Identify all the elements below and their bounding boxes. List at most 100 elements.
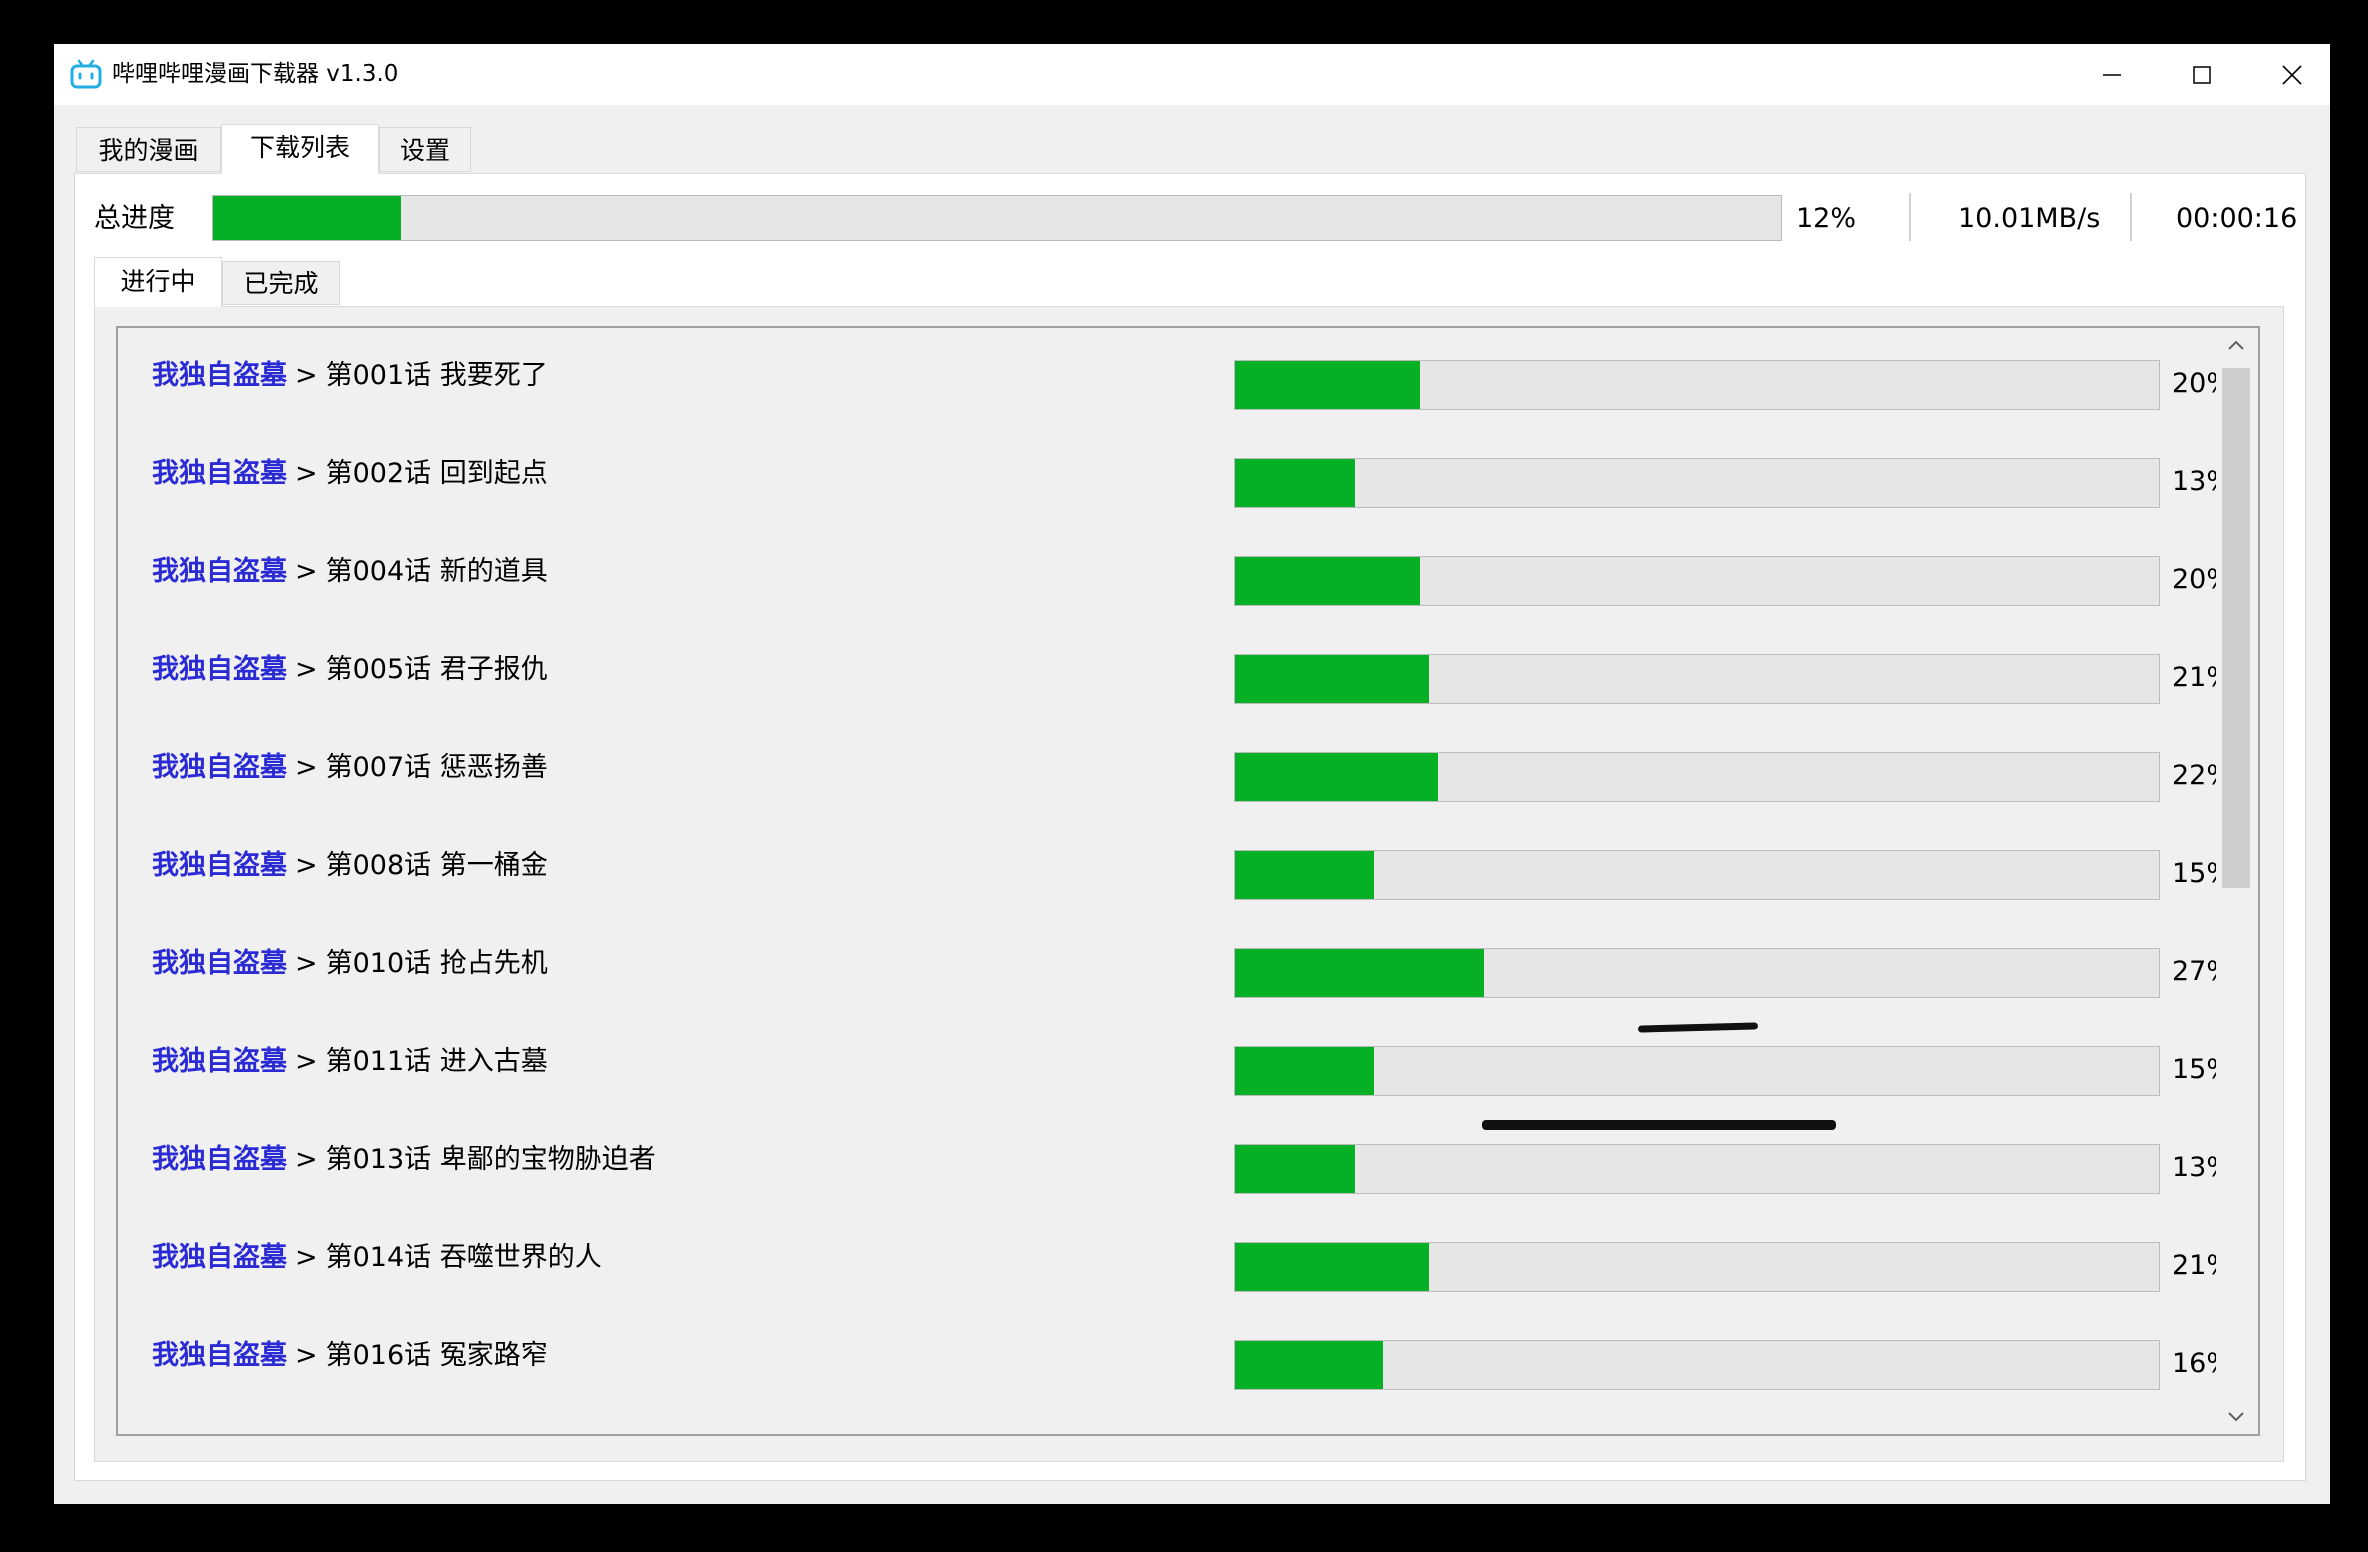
item-progress-fill — [1235, 1145, 1356, 1193]
list-item[interactable]: 我独自盗墓 > 第010话 抢占先机 27% — [118, 916, 2232, 1014]
divider — [1909, 193, 1911, 241]
item-progress-fill — [1235, 1047, 1374, 1095]
close-button[interactable] — [2247, 44, 2337, 105]
chapter-name: 第016话 冤家路窄 — [325, 1340, 548, 1371]
scroll-down-button[interactable] — [2216, 1400, 2256, 1434]
download-speed: 10.01MB/s — [1958, 203, 2101, 234]
separator: > — [295, 654, 318, 685]
minimize-icon — [2103, 73, 2121, 76]
series-name[interactable]: 我独自盗墓 — [152, 948, 287, 979]
chevron-up-icon — [2228, 340, 2244, 350]
chapter-name: 第008话 第一桶金 — [325, 850, 548, 881]
item-progress-bar — [1234, 850, 2160, 900]
total-progress-percent: 12% — [1796, 203, 1857, 234]
download-item-title: 我独自盗墓 > 第014话 吞噬世界的人 — [152, 1240, 602, 1276]
chapter-name: 第002话 回到起点 — [325, 458, 548, 489]
item-progress-bar — [1234, 360, 2160, 410]
title-bar: 哔哩哔哩漫画下载器 v1.3.0 — [54, 44, 2330, 105]
list-item[interactable]: 我独自盗墓 > 第008话 第一桶金 15% — [118, 818, 2232, 916]
item-progress-bar — [1234, 654, 2160, 704]
item-progress-bar — [1234, 1144, 2160, 1194]
list-item[interactable]: 我独自盗墓 > 第013话 卑鄙的宝物胁迫者 13% — [118, 1112, 2232, 1210]
download-list[interactable]: 我独自盗墓 > 第001话 我要死了 20% 我独自盗墓 > 第002话 回到起点 13% 我独… — [116, 326, 2260, 1436]
separator: > — [295, 948, 318, 979]
separator: > — [295, 752, 318, 783]
series-name[interactable]: 我独自盗墓 — [152, 850, 287, 881]
list-item[interactable]: 我独自盗墓 > 第001话 我要死了 20% — [118, 328, 2232, 426]
download-item-title: 我独自盗墓 > 第013话 卑鄙的宝物胁迫者 — [152, 1142, 656, 1178]
minimize-button[interactable] — [2067, 44, 2157, 105]
download-item-title: 我独自盗墓 > 第002话 回到起点 — [152, 456, 548, 492]
scrollbar-thumb[interactable] — [2222, 368, 2250, 888]
maximize-button[interactable] — [2157, 44, 2247, 105]
maximize-icon — [2193, 65, 2211, 84]
chevron-down-icon — [2228, 1412, 2244, 1422]
total-progress-bar — [212, 195, 1782, 241]
scroll-up-button[interactable] — [2216, 328, 2256, 362]
chapter-name: 第011话 进入古墓 — [325, 1046, 548, 1077]
list-item[interactable]: 我独自盗墓 > 第005话 君子报仇 21% — [118, 622, 2232, 720]
tab-settings[interactable]: 设置 — [379, 127, 471, 172]
download-item-title: 我独自盗墓 > 第010话 抢占先机 — [152, 946, 548, 982]
download-item-title: 我独自盗墓 > 第007话 惩恶扬善 — [152, 750, 548, 786]
item-progress-fill — [1235, 557, 1420, 605]
separator: > — [295, 850, 318, 881]
redaction-mark — [1482, 1120, 1836, 1130]
bilibili-tv-icon — [70, 59, 102, 89]
item-progress-fill — [1235, 1243, 1430, 1291]
total-progress-label: 总进度 — [94, 203, 175, 234]
series-name[interactable]: 我独自盗墓 — [152, 654, 287, 685]
item-progress-fill — [1235, 753, 1439, 801]
series-name[interactable]: 我独自盗墓 — [152, 752, 287, 783]
list-item[interactable]: 我独自盗墓 > 第002话 回到起点 13% — [118, 426, 2232, 524]
separator: > — [295, 1242, 318, 1273]
tab-download-list[interactable]: 下载列表 — [221, 124, 379, 174]
item-progress-fill — [1235, 655, 1430, 703]
item-progress-fill — [1235, 361, 1420, 409]
series-name[interactable]: 我独自盗墓 — [152, 1046, 287, 1077]
series-name[interactable]: 我独自盗墓 — [152, 1144, 287, 1175]
download-item-title: 我独自盗墓 > 第005话 君子报仇 — [152, 652, 548, 688]
series-name[interactable]: 我独自盗墓 — [152, 458, 287, 489]
chapter-name: 第014话 吞噬世界的人 — [325, 1242, 602, 1273]
download-item-title: 我独自盗墓 > 第011话 进入古墓 — [152, 1044, 548, 1080]
separator: > — [295, 556, 318, 587]
list-item[interactable]: 我独自盗墓 > 第007话 惩恶扬善 22% — [118, 720, 2232, 818]
app-window: 哔哩哔哩漫画下载器 v1.3.0 我的漫画 下载列表 设置 总进度 12% 10… — [54, 44, 2330, 1504]
item-progress-bar — [1234, 948, 2160, 998]
list-item[interactable]: 我独自盗墓 > 第004话 新的道具 20% — [118, 524, 2232, 622]
series-name[interactable]: 我独自盗墓 — [152, 556, 287, 587]
close-icon — [2282, 64, 2302, 85]
vertical-scrollbar[interactable] — [2216, 328, 2256, 1434]
tab-my-comics[interactable]: 我的漫画 — [76, 127, 221, 172]
download-item-title: 我独自盗墓 > 第001话 我要死了 — [152, 358, 548, 394]
download-item-title: 我独自盗墓 > 第008话 第一桶金 — [152, 848, 548, 884]
divider — [2130, 193, 2132, 241]
download-item-title: 我独自盗墓 > 第016话 冤家路窄 — [152, 1338, 548, 1374]
chapter-name: 第010话 抢占先机 — [325, 948, 548, 979]
separator: > — [295, 360, 318, 391]
chapter-name: 第001话 我要死了 — [325, 360, 548, 391]
series-name[interactable]: 我独自盗墓 — [152, 1242, 287, 1273]
tab-in-progress[interactable]: 进行中 — [94, 257, 222, 307]
item-progress-bar — [1234, 458, 2160, 508]
download-item-title: 我独自盗墓 > 第004话 新的道具 — [152, 554, 548, 590]
series-name[interactable]: 我独自盗墓 — [152, 1340, 287, 1371]
elapsed-time: 00:00:16 — [2176, 203, 2298, 234]
item-progress-fill — [1235, 1341, 1383, 1389]
item-progress-bar — [1234, 1242, 2160, 1292]
chapter-name: 第004话 新的道具 — [325, 556, 548, 587]
tab-completed[interactable]: 已完成 — [222, 261, 340, 305]
item-progress-fill — [1235, 459, 1356, 507]
separator: > — [295, 458, 318, 489]
list-item[interactable]: 我独自盗墓 > 第014话 吞噬世界的人 21% — [118, 1210, 2232, 1308]
item-progress-fill — [1235, 851, 1374, 899]
series-name[interactable]: 我独自盗墓 — [152, 360, 287, 391]
chapter-name: 第013话 卑鄙的宝物胁迫者 — [325, 1144, 656, 1175]
list-item[interactable]: 我独自盗墓 > 第011话 进入古墓 15% — [118, 1014, 2232, 1112]
separator: > — [295, 1046, 318, 1077]
item-progress-bar — [1234, 752, 2160, 802]
separator: > — [295, 1340, 318, 1371]
list-item[interactable]: 我独自盗墓 > 第016话 冤家路窄 16% — [118, 1308, 2232, 1406]
item-progress-fill — [1235, 949, 1485, 997]
